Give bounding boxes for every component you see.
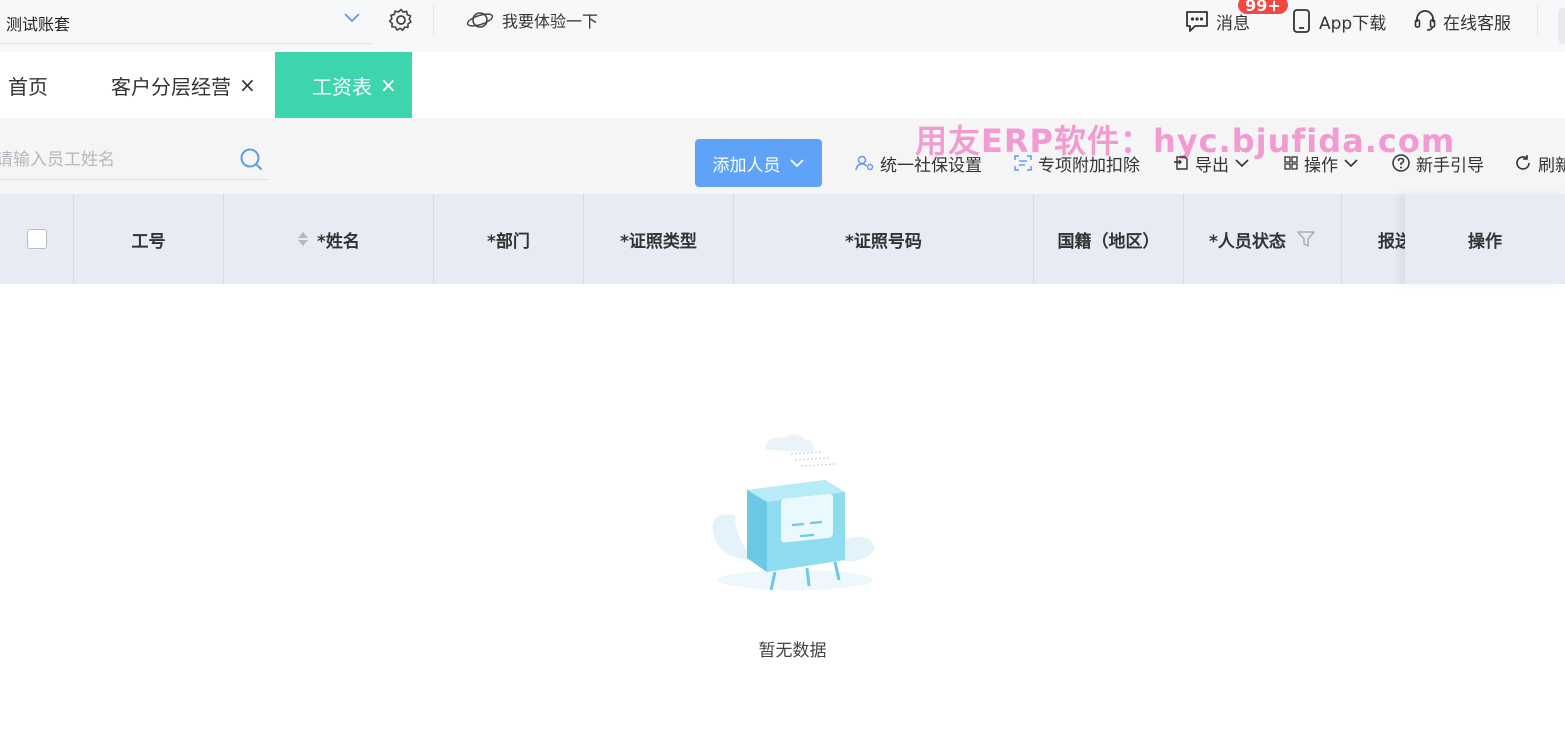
column-header-actions: 操作: [1405, 194, 1565, 284]
refresh-label: 刷新: [1538, 155, 1565, 176]
beginner-guide-label: 新手引导: [1416, 155, 1484, 176]
app-download-button[interactable]: App下载: [1291, 7, 1386, 35]
employee-search: [0, 140, 268, 180]
tab-customer-tiering-label: 客户分层经营: [111, 74, 231, 99]
social-security-label: 统一社保设置: [880, 155, 982, 176]
search-icon[interactable]: [238, 146, 264, 172]
column-header-employee-status[interactable]: *人员状态: [1184, 194, 1342, 284]
online-service-button[interactable]: 在线客服: [1413, 7, 1511, 35]
divider: [1537, 4, 1538, 36]
scan-icon: [1014, 155, 1032, 171]
chevron-down-icon: [789, 159, 804, 168]
refresh-icon: [1516, 155, 1530, 170]
column-header-label: 操作: [1468, 231, 1502, 252]
close-icon[interactable]: ×: [380, 75, 397, 95]
user-settings-icon: [855, 155, 874, 171]
phone-icon: [1293, 9, 1310, 33]
column-header-label: *部门: [487, 231, 530, 252]
filter-icon[interactable]: [1296, 229, 1316, 249]
column-header-label: 工号: [131, 231, 166, 252]
operations-dropdown[interactable]: 操作: [1283, 151, 1359, 176]
help-circle-icon: [1392, 154, 1410, 172]
chevron-down-icon: [1344, 159, 1358, 168]
tab-payroll[interactable]: 工资表 ×: [275, 52, 412, 118]
message-icon: [1186, 11, 1208, 32]
gear-icon[interactable]: [388, 7, 414, 33]
empty-state-text: 暂无数据: [758, 641, 827, 661]
beginner-guide-button[interactable]: 新手引导: [1391, 151, 1484, 176]
headset-icon: [1414, 10, 1436, 31]
column-header-id-number[interactable]: *证照号码: [734, 194, 1034, 284]
toolbar: 用友ERP软件：hyc.bjufida.com 添加人员 统一社保设置 专项附加…: [0, 118, 1565, 194]
chevron-down-icon: [344, 13, 360, 23]
add-employee-button[interactable]: 添加人员: [695, 139, 822, 187]
tab-customer-tiering[interactable]: 客户分层经营 ×: [111, 52, 256, 118]
close-icon[interactable]: ×: [239, 75, 256, 95]
column-header-label: *人员状态: [1209, 231, 1286, 252]
avatar[interactable]: [1558, 8, 1565, 44]
column-header-nationality[interactable]: 国籍（地区）: [1034, 194, 1184, 284]
column-header-name[interactable]: *姓名: [224, 194, 434, 284]
select-all-cell: [0, 194, 74, 284]
add-employee-label: 添加人员: [712, 155, 781, 176]
column-header-id-type[interactable]: *证照类型: [584, 194, 734, 284]
top-bar: 测试账套 我要体验一下 消息 99+ App下载 在线客服: [0, 0, 1565, 52]
sort-icon[interactable]: [297, 230, 309, 248]
try-experience-label: 我要体验一下: [502, 12, 599, 31]
column-header-label: *证照号码: [845, 231, 922, 252]
page-tabs: 首页 客户分层经营 × 工资表 ×: [0, 52, 1565, 118]
export-dropdown[interactable]: 导出: [1172, 151, 1250, 176]
tab-home[interactable]: 首页: [8, 52, 48, 118]
search-input[interactable]: [0, 146, 226, 174]
try-experience-link[interactable]: 我要体验一下: [466, 7, 598, 33]
column-header-department[interactable]: *部门: [434, 194, 584, 284]
operations-label: 操作: [1304, 155, 1338, 176]
grid-icon: [1284, 156, 1298, 170]
social-security-settings-button[interactable]: 统一社保设置: [855, 151, 982, 176]
column-header-label: *证照类型: [620, 231, 697, 252]
select-all-checkbox[interactable]: [26, 229, 47, 249]
table-header: 工号 *姓名 *部门 *证照类型 *证照号码 国籍（地区） *人员状态 报送 操…: [0, 194, 1565, 284]
export-label: 导出: [1195, 155, 1229, 176]
planet-icon: [466, 12, 494, 28]
chevron-down-icon: [1235, 159, 1249, 168]
refresh-button[interactable]: 刷新: [1513, 151, 1565, 176]
online-service-label: 在线客服: [1443, 13, 1511, 34]
column-header-label: 国籍（地区）: [1057, 231, 1160, 252]
message-count-badge: 99+: [1236, 0, 1290, 16]
special-deduction-label: 专项附加扣除: [1038, 155, 1140, 176]
empty-box-illustration: [712, 434, 875, 591]
tab-payroll-label: 工资表: [312, 74, 372, 99]
divider: [433, 4, 434, 36]
column-header-label: *姓名: [317, 231, 360, 252]
export-icon: [1174, 156, 1188, 170]
account-select[interactable]: 测试账套: [0, 0, 371, 44]
special-deduction-button[interactable]: 专项附加扣除: [1013, 151, 1140, 176]
column-header-employee-id[interactable]: 工号: [74, 194, 224, 284]
app-download-label: App下载: [1319, 13, 1387, 34]
tab-home-label: 首页: [8, 74, 48, 99]
account-select-value: 测试账套: [6, 15, 71, 34]
